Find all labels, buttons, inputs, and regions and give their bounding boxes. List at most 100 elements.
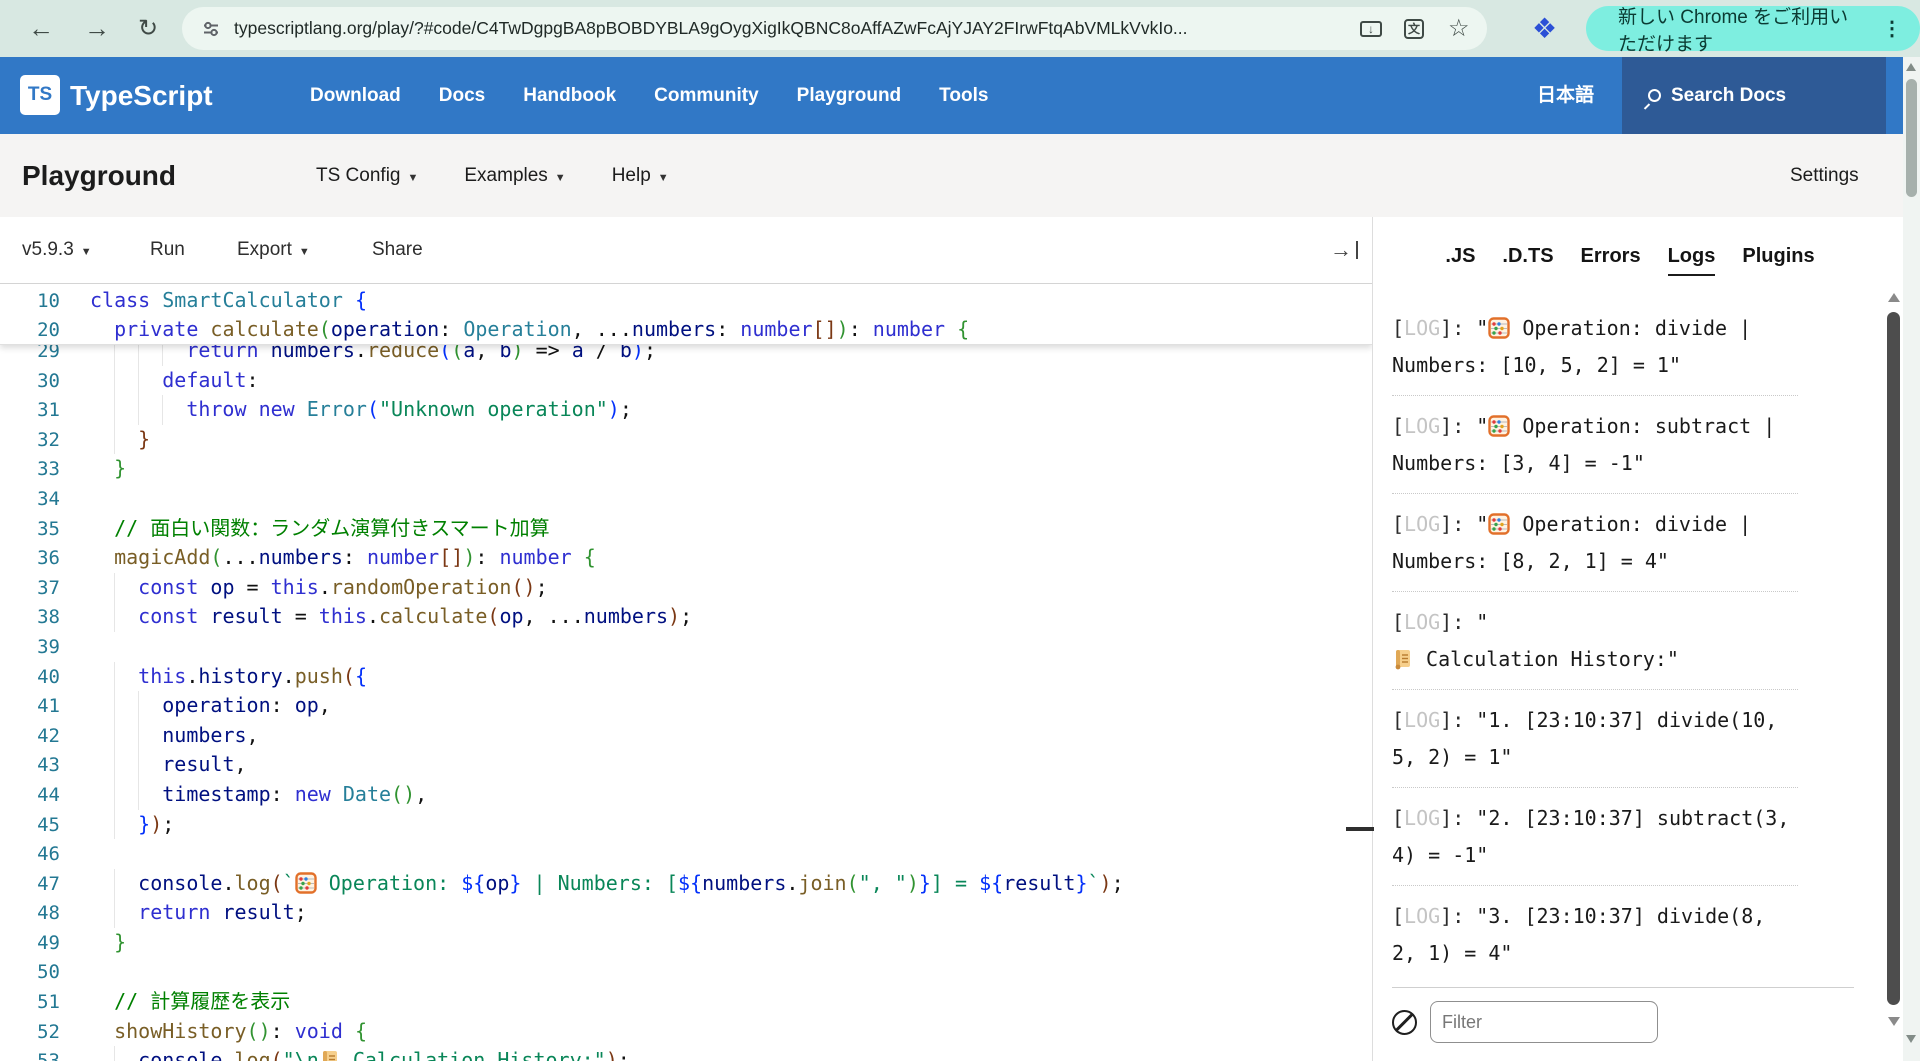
translate-icon[interactable]: 文 — [1404, 7, 1424, 50]
clear-logs-icon[interactable] — [1392, 1010, 1417, 1035]
chevron-down-icon: ▼ — [555, 172, 566, 184]
share-button[interactable]: Share — [372, 217, 423, 283]
code-line[interactable]: 38 const result = this.calculate(op, ...… — [0, 602, 1372, 632]
address-bar[interactable]: typescriptlang.org/play/?#code/C4TwDgpgB… — [182, 7, 1487, 50]
logs-scrollbar-thumb[interactable] — [1887, 312, 1900, 1005]
site-info-tune-icon[interactable] — [202, 20, 220, 38]
sidebar-panel: .JS.D.TSErrorsLogsPlugins [LOG]: " Opera… — [1374, 217, 1920, 1061]
nav-link-handbook[interactable]: Handbook — [523, 85, 616, 107]
back-icon[interactable]: ← — [28, 0, 54, 57]
code-line[interactable]: 36 magicAdd(...numbers: number[]): numbe… — [0, 543, 1372, 573]
sticky-scroll-lines[interactable]: 10class SmartCalculator {20 private calc… — [0, 284, 1372, 345]
code-line[interactable]: 31 throw new Error("Unknown operation"); — [0, 395, 1372, 425]
line-number: 31 — [0, 396, 60, 426]
nav-link-docs[interactable]: Docs — [439, 85, 485, 107]
line-number: 34 — [0, 485, 60, 515]
scroll-icon — [319, 1049, 341, 1061]
editor-toolbar: v5.9.3▼ Run Export▼ Share → — [0, 217, 1372, 284]
menu-examples[interactable]: Examples▼ — [464, 165, 565, 187]
code-line[interactable]: 40 this.history.push({ — [0, 662, 1372, 692]
scrollbar-thumb[interactable] — [1906, 79, 1917, 197]
settings-button[interactable]: Settings — [1790, 134, 1859, 217]
reload-icon[interactable]: ↻ — [138, 0, 158, 57]
collapse-sidebar-arrow-icon[interactable]: → — [1330, 217, 1358, 283]
nav-link-download[interactable]: Download — [310, 85, 401, 107]
line-number: 32 — [0, 426, 60, 456]
search-docs-label: Search Docs — [1671, 85, 1786, 107]
line-number: 46 — [0, 840, 60, 870]
code-line[interactable]: 47 console.log(` Operation: ${op} | Numb… — [0, 869, 1372, 899]
scrollbar-down-icon[interactable] — [1906, 1035, 1916, 1043]
nav-link-playground[interactable]: Playground — [797, 85, 902, 107]
tab-js[interactable]: .JS — [1445, 245, 1475, 276]
bookmark-star-icon[interactable]: ☆ — [1448, 7, 1470, 50]
tab-logs[interactable]: Logs — [1668, 245, 1716, 276]
code-line[interactable]: 30 default: — [0, 366, 1372, 396]
code-line[interactable]: 35 // 面白い関数：ランダム演算付きスマート加算 — [0, 514, 1372, 544]
logs-scrollbar-down-icon[interactable] — [1888, 1017, 1900, 1026]
brand-title[interactable]: TypeScript — [70, 57, 213, 134]
chrome-update-pill[interactable]: 新しい Chrome をご利用いただけます ⋮ — [1586, 6, 1920, 51]
code-line[interactable]: 34 — [0, 484, 1372, 514]
code-line[interactable]: 32 } — [0, 425, 1372, 455]
code-line[interactable]: 49 } — [0, 928, 1372, 958]
code-line[interactable]: 33 } — [0, 454, 1372, 484]
code-line[interactable]: 46 — [0, 839, 1372, 869]
playground-menus: TS Config▼ Examples▼ Help▼ — [316, 134, 669, 217]
code-line[interactable]: 43 result, — [0, 750, 1372, 780]
typescript-logo[interactable]: TS — [20, 75, 60, 115]
scrollbar-up-icon[interactable] — [1906, 63, 1916, 71]
page-scrollbar[interactable] — [1903, 57, 1920, 1061]
version-dropdown[interactable]: v5.9.3▼ — [22, 217, 92, 283]
line-number: 39 — [0, 633, 60, 663]
search-docs-button[interactable]: Search Docs — [1622, 57, 1886, 134]
code-line[interactable]: 52 showHistory(): void { — [0, 1017, 1372, 1047]
code-line[interactable]: 37 const op = this.randomOperation(); — [0, 573, 1372, 603]
search-icon — [1648, 89, 1661, 102]
abacus-icon — [295, 872, 317, 894]
code-line[interactable]: 50 — [0, 957, 1372, 987]
line-number: 43 — [0, 751, 60, 781]
line-number: 48 — [0, 899, 60, 929]
nav-link-tools[interactable]: Tools — [939, 85, 988, 107]
tab-d.ts[interactable]: .D.TS — [1502, 245, 1553, 276]
tab-plugins[interactable]: Plugins — [1742, 245, 1814, 276]
nav-link-community[interactable]: Community — [654, 85, 759, 107]
abacus-icon — [1488, 317, 1510, 339]
chevron-down-icon: ▼ — [658, 172, 669, 184]
code-line[interactable]: 53 console.log("\n Calculation History:"… — [0, 1046, 1372, 1061]
extension-icon[interactable]: ❖ — [1532, 0, 1557, 57]
url-text[interactable]: typescriptlang.org/play/?#code/C4TwDgpgB… — [234, 18, 1354, 39]
code-lines[interactable]: 29 return numbers.reduce((a, b) => a / b… — [0, 336, 1372, 1061]
forward-icon[interactable]: → — [84, 0, 110, 57]
menu-help[interactable]: Help▼ — [612, 165, 669, 187]
code-line[interactable]: 20 private calculate(operation: Operatio… — [0, 315, 1372, 344]
code-line[interactable]: 10class SmartCalculator { — [0, 286, 1372, 315]
line-number: 52 — [0, 1018, 60, 1048]
language-link[interactable]: 日本語 — [1537, 57, 1594, 134]
browser-menu-icon[interactable]: ⋮ — [1882, 16, 1902, 41]
export-dropdown[interactable]: Export▼ — [237, 217, 310, 283]
line-number: 41 — [0, 692, 60, 722]
code-line[interactable]: 41 operation: op, — [0, 691, 1372, 721]
code-line[interactable]: 39 — [0, 632, 1372, 662]
code-editor[interactable]: 29 return numbers.reduce((a, b) => a / b… — [0, 284, 1372, 1061]
code-line[interactable]: 45 }); — [0, 810, 1372, 840]
install-app-icon[interactable]: ↓ — [1360, 7, 1382, 50]
code-line[interactable]: 42 numbers, — [0, 721, 1372, 751]
tab-errors[interactable]: Errors — [1581, 245, 1641, 276]
line-number: 35 — [0, 515, 60, 545]
filter-input[interactable] — [1430, 1001, 1658, 1043]
code-line[interactable]: 51 // 計算履歴を表示 — [0, 987, 1372, 1017]
line-number: 49 — [0, 929, 60, 959]
code-line[interactable]: 44 timestamp: new Date(), — [0, 780, 1372, 810]
line-number: 33 — [0, 455, 60, 485]
line-number: 51 — [0, 988, 60, 1018]
line-number: 44 — [0, 781, 60, 811]
line-number: 38 — [0, 603, 60, 633]
logs-scrollbar-up-icon[interactable] — [1888, 293, 1900, 302]
run-button[interactable]: Run — [150, 217, 185, 283]
abacus-icon — [1488, 513, 1510, 535]
menu-ts-config[interactable]: TS Config▼ — [316, 165, 418, 187]
code-line[interactable]: 48 return result; — [0, 898, 1372, 928]
